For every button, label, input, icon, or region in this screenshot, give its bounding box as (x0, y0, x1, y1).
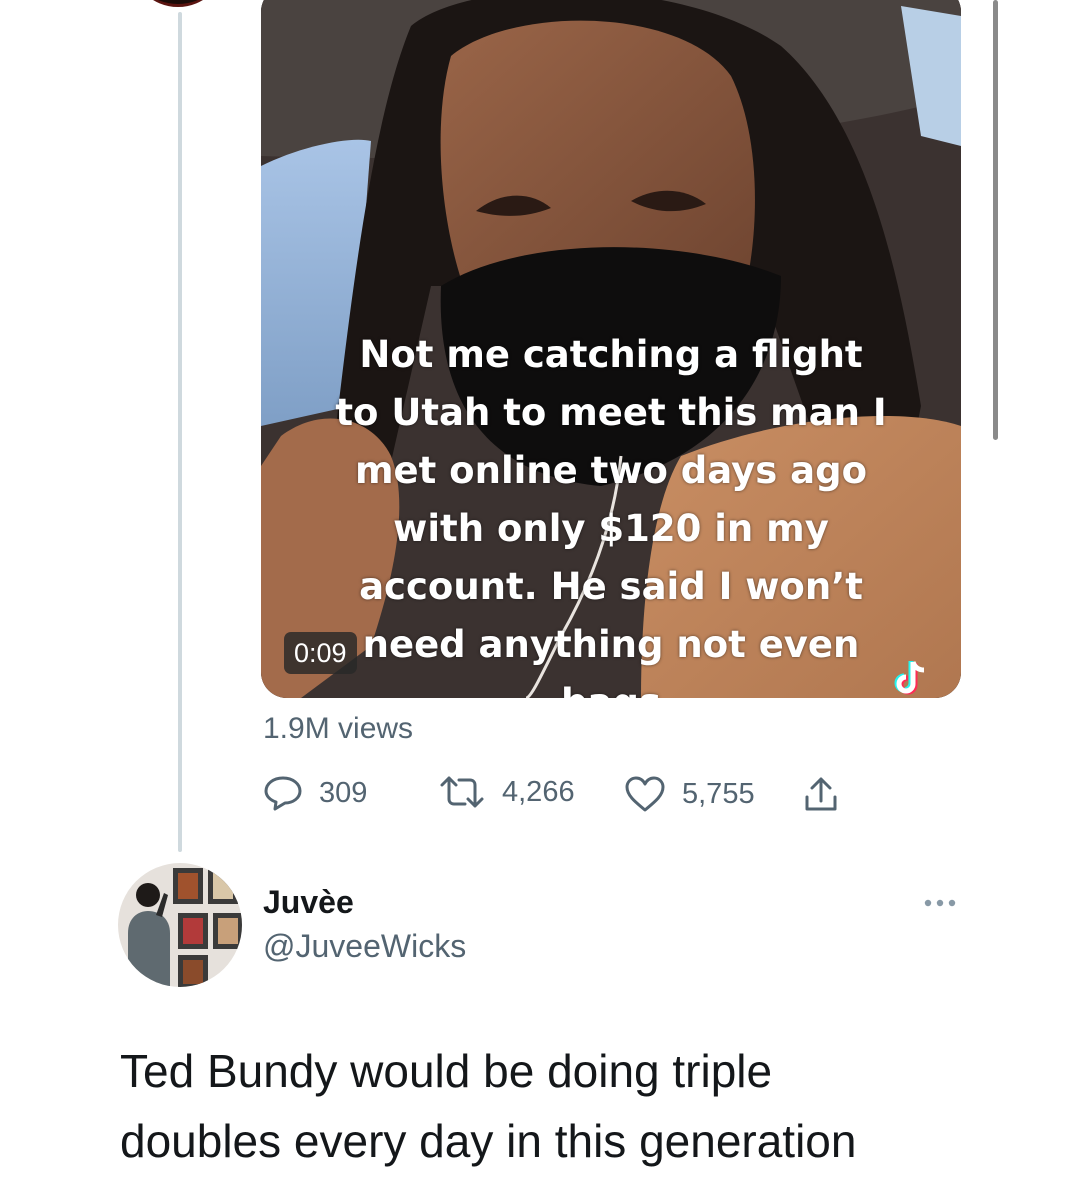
reply-tweet-text: Ted Bundy would be doing triple doubles … (120, 1036, 1020, 1176)
avatar[interactable] (118, 863, 242, 987)
share-button[interactable] (801, 775, 841, 815)
avatar-photo (118, 863, 242, 987)
reply-text-line: Ted Bundy would be doing triple (120, 1045, 773, 1097)
caption-line: Not me catching a flight (359, 333, 863, 376)
retweet-count: 4,266 (502, 775, 575, 808)
display-name[interactable]: Juvèe (263, 884, 354, 921)
caption-line: met online two days ago (354, 449, 868, 492)
video-timestamp: 0:09 (284, 632, 357, 674)
thread-connector-line (178, 12, 182, 852)
scrollbar[interactable] (993, 0, 998, 440)
caption-line: need anything not even (362, 623, 860, 666)
like-button[interactable]: 5,755 (624, 775, 755, 813)
video-caption: Not me catching a flight to Utah to meet… (301, 326, 921, 698)
reply-button[interactable]: 309 (263, 775, 367, 811)
video-player[interactable]: Not me catching a flight to Utah to meet… (261, 0, 961, 698)
caption-line: account. He said I won’t (359, 565, 863, 608)
tiktok-logo-icon (894, 661, 925, 695)
caption-line: bags (301, 674, 921, 698)
caption-line: with only $120 in my (393, 507, 829, 550)
twitter-thread-screen: Not me catching a flight to Utah to meet… (0, 0, 1080, 1201)
share-icon (805, 777, 837, 811)
user-handle[interactable]: @JuveeWicks (263, 928, 466, 965)
retweet-button[interactable]: 4,266 (438, 775, 575, 809)
retweet-icon (440, 776, 484, 808)
reply-icon (264, 776, 302, 811)
more-options-icon[interactable] (920, 893, 960, 913)
parent-tweet-avatar[interactable] (130, 0, 226, 7)
caption-line: to Utah to meet this man I (335, 391, 887, 434)
heart-icon (625, 776, 665, 812)
view-count: 1.9M views (263, 712, 414, 745)
like-count: 5,755 (682, 777, 755, 810)
reply-text-line: doubles every day in this generation (120, 1115, 857, 1167)
reply-count: 309 (319, 776, 368, 809)
